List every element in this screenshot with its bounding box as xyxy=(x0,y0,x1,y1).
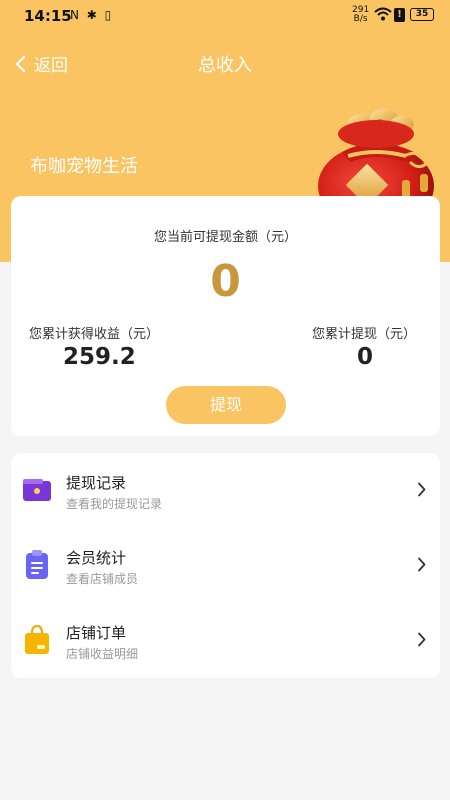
wifi-icon xyxy=(374,7,392,21)
total-withdrawn-value: 0 xyxy=(357,344,374,370)
menu-item-member-stats[interactable]: 会员统计 查看店铺成员 xyxy=(11,528,440,603)
store-name: 布咖宠物生活 xyxy=(30,156,138,177)
total-earned-label: 您累计获得收益（元） xyxy=(29,327,160,342)
network-speed: 291 B/s xyxy=(352,6,369,24)
chevron-right-icon xyxy=(418,482,426,497)
menu-item-withdraw-records[interactable]: 提现记录 查看我的提现记录 xyxy=(11,453,440,528)
wallet-icon xyxy=(23,479,51,501)
chevron-right-icon xyxy=(418,632,426,647)
page-title: 总收入 xyxy=(198,55,252,76)
menu-item-title: 店铺订单 xyxy=(66,624,127,642)
earnings-card: 您当前可提现金额（元） 0 您累计获得收益（元） 259.2 您累计提现（元） … xyxy=(11,196,440,436)
withdrawable-label: 您当前可提现金额（元） xyxy=(153,230,297,245)
menu-list: 提现记录 查看我的提现记录 会员统计 查看店铺成员 店铺订单 店铺收益明细 xyxy=(11,453,440,678)
status-bar: 14:15 N ✱ ▯ 291 B/s ! 35 xyxy=(0,0,450,34)
menu-item-subtitle: 查看我的提现记录 xyxy=(66,497,163,511)
menu-item-store-orders[interactable]: 店铺订单 店铺收益明细 xyxy=(11,603,440,678)
battery-icon: 35 xyxy=(410,8,434,21)
menu-item-subtitle: 店铺收益明细 xyxy=(66,647,139,661)
clipboard-icon xyxy=(26,550,48,579)
menu-item-title: 会员统计 xyxy=(66,549,127,567)
alert-icon: ! xyxy=(394,8,405,22)
network-speed-unit: B/s xyxy=(353,14,368,24)
status-notification-icons: N ✱ ▯ xyxy=(70,8,114,22)
shopping-bag-icon xyxy=(25,625,49,654)
withdraw-button[interactable]: 提现 xyxy=(166,386,286,424)
menu-item-title: 提现记录 xyxy=(66,474,127,492)
total-withdrawn-label: 您累计提现（元） xyxy=(311,327,416,342)
withdrawable-amount: 0 xyxy=(210,256,241,307)
menu-item-subtitle: 查看店铺成员 xyxy=(66,572,139,586)
chevron-right-icon xyxy=(418,557,426,572)
status-time: 14:15 xyxy=(24,7,72,25)
nav-bar: 返回 总收入 xyxy=(0,46,450,80)
total-earned-value: 259.2 xyxy=(63,344,136,370)
